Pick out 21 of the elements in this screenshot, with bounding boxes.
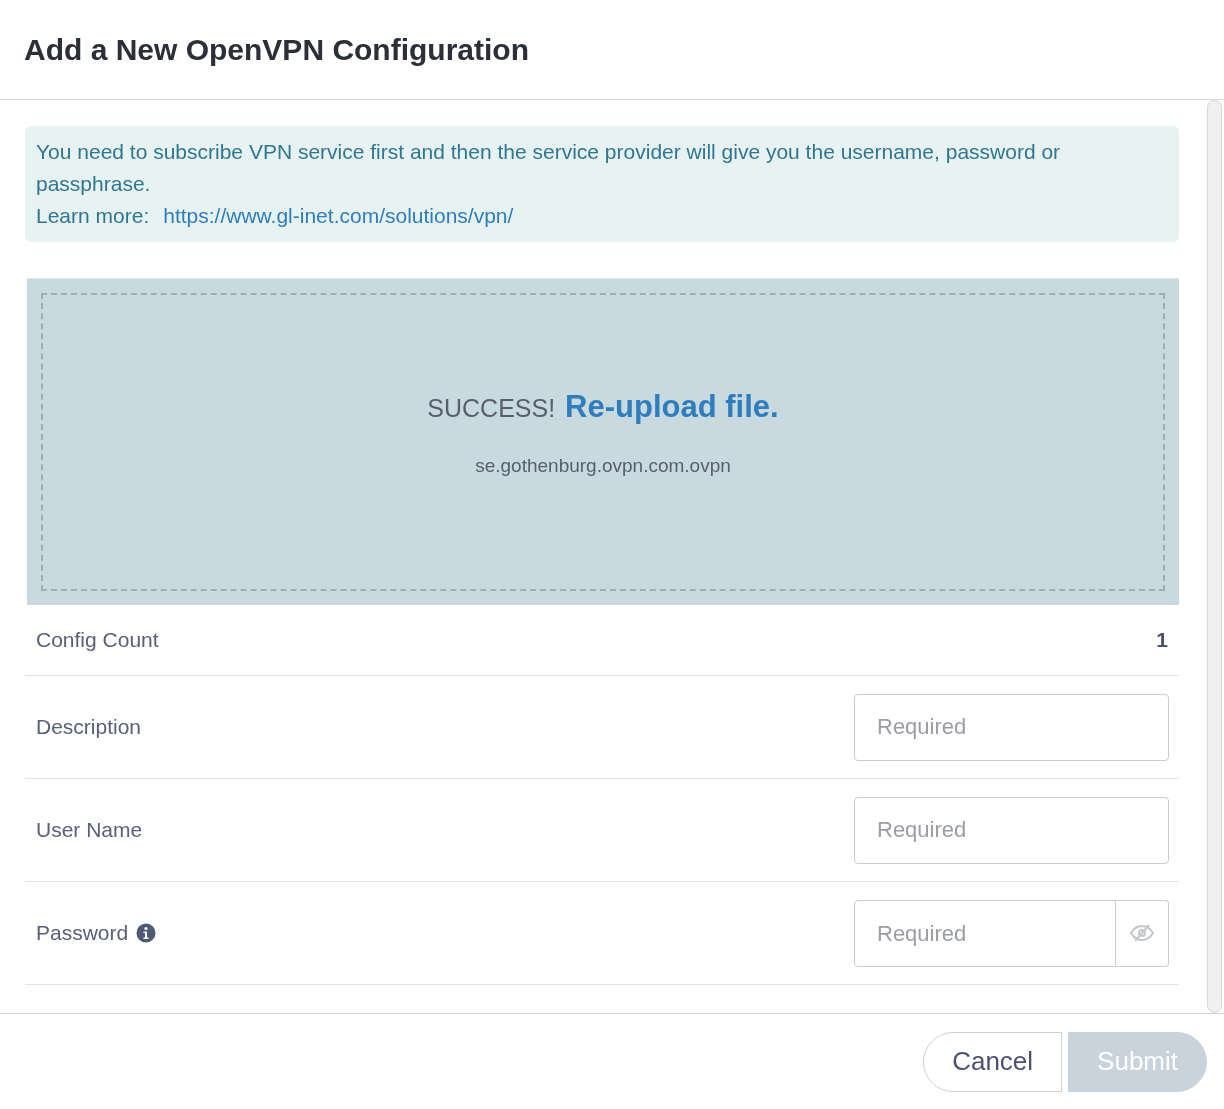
password-field[interactable]: Required bbox=[854, 899, 1116, 967]
text-field[interactable]: Required bbox=[854, 796, 1169, 864]
file-name: se.gothenburg.ovpn.com.ovpn bbox=[475, 454, 731, 478]
show-password-button[interactable] bbox=[1116, 899, 1169, 967]
text-field[interactable]: Required bbox=[854, 693, 1169, 761]
learn-more-link[interactable]: https://www.gl-inet.com/solutions/vpn/ bbox=[163, 200, 514, 232]
upload-status: SUCCESS! bbox=[427, 392, 556, 424]
hidden-eye-icon bbox=[1130, 924, 1154, 942]
scrollbar[interactable] bbox=[1207, 100, 1222, 1013]
info-icon[interactable] bbox=[136, 923, 157, 943]
reupload-link[interactable]: Re-upload file. bbox=[565, 383, 779, 430]
notice-text: You need to subscribe VPN service first and then the service provider will give you the username, password or passphrase. bbox=[36, 139, 1062, 197]
learn-more-label: Learn more: bbox=[36, 203, 150, 229]
config-count-value: 1 bbox=[1156, 627, 1168, 654]
cancel-button[interactable]: Cancel bbox=[923, 1031, 1063, 1092]
upload-dropzone[interactable]: SUCCESS! Re-upload file. se.gothenburg.ovpn.com.ovpn bbox=[27, 278, 1179, 605]
field-label: Password bbox=[36, 920, 129, 947]
field-label: Description bbox=[36, 714, 142, 741]
field-label: User Name bbox=[36, 817, 143, 844]
dialog-title: Add a New OpenVPN Configuration bbox=[24, 32, 529, 68]
config-count-label: Config Count bbox=[36, 627, 159, 654]
